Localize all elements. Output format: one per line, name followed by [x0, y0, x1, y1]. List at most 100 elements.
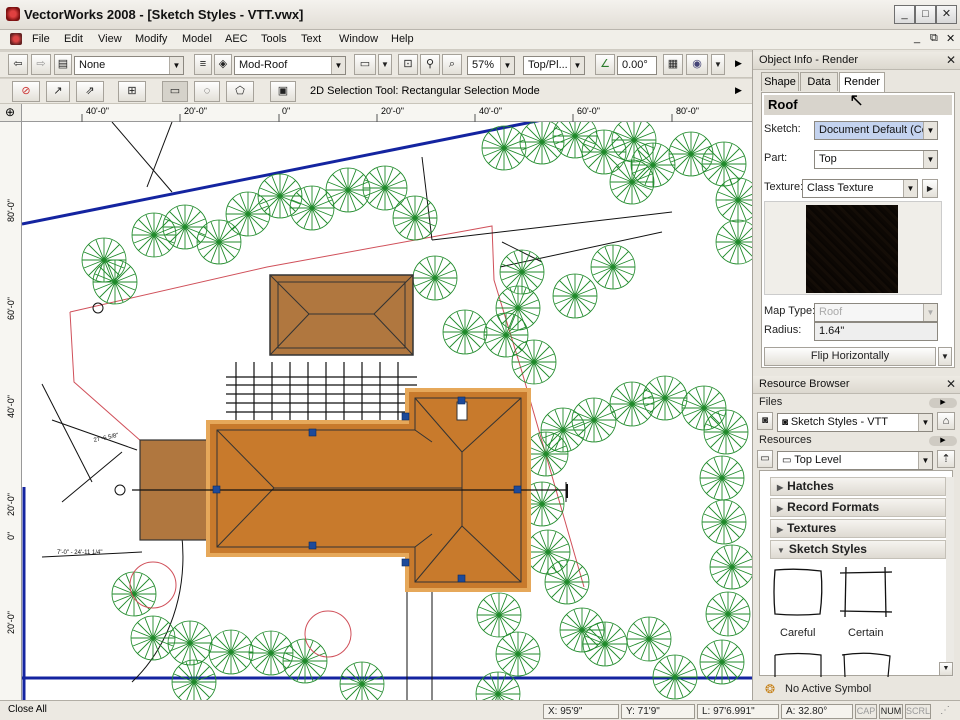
category-sketch-styles[interactable]: ▼ Sketch Styles — [770, 540, 946, 559]
planting-circle[interactable] — [129, 561, 177, 609]
disable-interactive-icon[interactable]: ⊘ — [12, 81, 40, 102]
lasso-selection-icon[interactable]: ◌ — [194, 81, 220, 102]
part-dropdown[interactable]: Top ▼ — [814, 150, 938, 169]
site-plan-drawing[interactable]: 27'-6 5/8" 7'-0" - 24'-11 1/4" — [22, 122, 752, 700]
sketch-style-certain[interactable] — [839, 566, 893, 618]
flip-horizontally-button[interactable]: Flip Horizontally — [764, 347, 936, 366]
layer-dropdown[interactable]: Mod-Roof ▼ — [234, 56, 346, 75]
files-toggle-icon[interactable]: ▶ — [929, 398, 957, 408]
polygon-selection-icon[interactable]: ⬠ — [226, 81, 254, 102]
render-mode-icon[interactable]: ▦ — [663, 54, 683, 75]
mode-overflow-icon[interactable]: ▶ — [735, 85, 742, 96]
menu-model[interactable]: Model — [182, 33, 212, 45]
back-arrow-icon[interactable]: ⇦ — [8, 54, 28, 75]
resources-dropdown[interactable]: ▭ Top Level ▼ — [777, 451, 933, 470]
layer-nav-icon[interactable]: ◈ — [214, 54, 232, 75]
title-bar: VectorWorks 2008 - [Sketch Styles - VTT.… — [0, 0, 960, 30]
folder-icon[interactable]: ▭ — [757, 450, 773, 468]
page-menu-icon[interactable]: ▼ — [378, 54, 392, 75]
preferences-icon[interactable]: ▣ — [270, 81, 296, 102]
files-dropdown[interactable]: ◙ Sketch Styles - VTT ▼ — [777, 413, 933, 432]
map-type-dropdown[interactable]: Roof ▼ — [814, 303, 938, 322]
menu-modify[interactable]: Modify — [135, 33, 167, 45]
home-icon[interactable]: ⌂ — [937, 412, 955, 430]
radius-field[interactable]: 1.64" — [814, 322, 938, 341]
app-icon[interactable] — [6, 7, 20, 21]
sketch-style-careful[interactable] — [772, 567, 824, 617]
folder-up-icon[interactable]: ⇡ — [937, 450, 955, 468]
ruler-tick-label: 40'-0" — [479, 106, 502, 116]
menu-file[interactable]: File — [32, 33, 50, 45]
zoom-dropdown[interactable]: 57% ▼ — [467, 56, 515, 75]
layer-icon[interactable]: ≡ — [194, 54, 212, 75]
category-textures[interactable]: ▶ Textures — [770, 519, 946, 538]
tab-render[interactable]: Render — [839, 72, 885, 92]
ruler-origin[interactable]: ⊕ — [0, 104, 22, 122]
projection-menu-icon[interactable]: ▼ — [711, 54, 725, 75]
menu-window[interactable]: Window — [339, 33, 378, 45]
category-record-formats[interactable]: ▶ Record Formats — [770, 498, 946, 517]
menu-aec[interactable]: AEC — [225, 33, 248, 45]
close-icon[interactable]: ✕ — [946, 54, 956, 66]
property-line[interactable] — [22, 122, 542, 226]
main-roof-selected[interactable] — [132, 388, 568, 592]
caps-indicator: CAP — [855, 704, 877, 719]
texture-swatch — [806, 205, 898, 293]
angle-field[interactable]: 0.00° — [617, 56, 657, 75]
close-button[interactable]: ✕ — [936, 5, 957, 24]
ruler-tick-label: 20'-0" — [381, 106, 404, 116]
fit-to-objects-icon[interactable]: ⊡ — [398, 54, 418, 75]
doc-minimize-icon[interactable]: _ — [914, 32, 920, 44]
close-icon[interactable]: ✕ — [946, 378, 956, 390]
vertical-ruler[interactable]: 80'-0" 60'-0" 40'-0" 20'-0" 0" 20'-0" — [0, 122, 22, 700]
angle-icon[interactable]: ∠ — [595, 54, 615, 75]
texture-dropdown[interactable]: Class Texture ▼ — [802, 179, 918, 198]
texture-menu-icon[interactable]: ▶ — [922, 179, 938, 198]
search-icon[interactable]: ⌕ — [442, 54, 462, 75]
view-dropdown[interactable]: Top/Pl... ▼ — [523, 56, 585, 75]
maximize-button[interactable]: □ — [915, 5, 936, 24]
menu-text[interactable]: Text — [301, 33, 321, 45]
file-icon[interactable]: ◙ — [757, 412, 773, 430]
menu-tools[interactable]: Tools — [261, 33, 287, 45]
sketch-label: Sketch: — [764, 123, 801, 135]
sketch-style-thumbnail[interactable] — [772, 649, 824, 677]
sketch-dropdown[interactable]: Document Default (Cer ▼ — [814, 121, 938, 140]
document-icon[interactable] — [10, 33, 22, 45]
transform-mode-icon[interactable]: ⊞ — [118, 81, 146, 102]
doc-restore-icon[interactable]: ⧉ — [930, 32, 938, 45]
object-info-title: Object Info - Render ✕ — [753, 52, 960, 70]
scroll-down-icon[interactable]: ▼ — [938, 347, 952, 366]
garage-roof[interactable] — [269, 274, 414, 356]
zoom-icon[interactable]: ⚲ — [420, 54, 440, 75]
tab-data[interactable]: Data — [800, 72, 838, 91]
render-tab-panel: Roof Sketch: Document Default (Cer ▼ Part… — [761, 92, 955, 368]
menu-help[interactable]: Help — [391, 33, 414, 45]
page-icon[interactable]: ▭ — [354, 54, 376, 75]
window-title: VectorWorks 2008 - [Sketch Styles - VTT.… — [24, 7, 304, 22]
forward-arrow-icon[interactable]: ⇨ — [31, 54, 51, 75]
resources-toggle-icon[interactable]: ▶ — [929, 436, 957, 446]
rectangle-selection-icon[interactable]: ▭ — [162, 81, 188, 102]
map-type-label: Map Type: — [764, 305, 816, 317]
menu-view[interactable]: View — [98, 33, 122, 45]
multi-object-mode-icon[interactable]: ⇗ — [76, 81, 104, 102]
minimize-button[interactable]: _ — [894, 5, 915, 24]
resize-grip-icon[interactable]: ⋰ — [940, 705, 950, 716]
overflow-arrow-icon[interactable]: ▶ — [735, 58, 742, 69]
category-hatches[interactable]: ▶ Hatches — [770, 477, 946, 496]
menu-edit[interactable]: Edit — [64, 33, 83, 45]
projection-icon[interactable]: ◉ — [686, 54, 708, 75]
horizontal-ruler[interactable]: 40'-0" 20'-0" 0" 20'-0" 40'-0" 60'-0" 80… — [22, 104, 752, 122]
class-icon[interactable]: ▤ — [54, 54, 72, 75]
doc-close-icon[interactable]: ✕ — [946, 32, 955, 45]
class-dropdown[interactable]: None ▼ — [74, 56, 184, 75]
pergola[interactable] — [226, 362, 417, 422]
resource-scroll-down-icon[interactable]: ▼ — [939, 662, 953, 676]
resource-scrollbar[interactable] — [946, 477, 954, 677]
part-label: Part: — [764, 152, 788, 164]
single-object-mode-icon[interactable]: ↗ — [46, 81, 70, 102]
tab-shape[interactable]: Shape — [761, 72, 799, 91]
sketch-style-thumbnail[interactable] — [840, 649, 892, 677]
planting-circle[interactable] — [304, 610, 352, 658]
